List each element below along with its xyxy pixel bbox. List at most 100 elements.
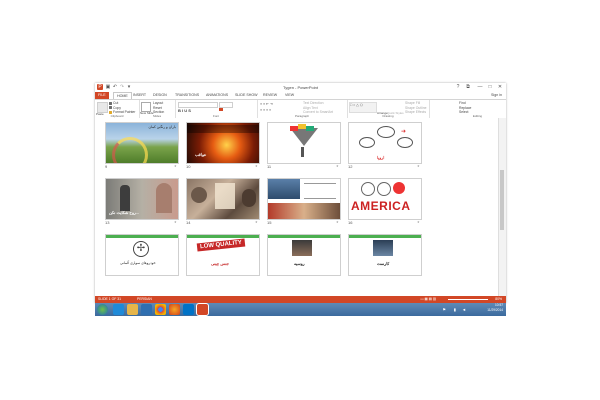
zoom-slider[interactable] bbox=[448, 299, 488, 300]
cut-button[interactable]: Cut bbox=[109, 101, 118, 105]
header-bar bbox=[187, 235, 259, 238]
ie-icon[interactable] bbox=[113, 304, 124, 315]
copy-button[interactable]: Copy bbox=[109, 106, 121, 110]
flag-icon bbox=[290, 126, 298, 131]
clock[interactable]: 10:57 11/29/2014 bbox=[487, 303, 503, 312]
start-button[interactable] bbox=[97, 304, 108, 315]
zoom-level[interactable]: 80% bbox=[495, 296, 502, 303]
slide-sorter[interactable]: باران و رنگین کمان 9 ★ عواقب 10 ★ 11 ★ ➜… bbox=[95, 118, 499, 296]
slides-group: New Slide Layout Reset Section Slides bbox=[139, 100, 176, 118]
slide-caption: اروپا bbox=[377, 155, 385, 160]
slide-thumbnail[interactable]: باران و رنگین کمان bbox=[105, 122, 179, 164]
powerpoint-icon[interactable] bbox=[197, 304, 208, 315]
minimize-icon[interactable]: — bbox=[476, 84, 484, 91]
copy-label: Copy bbox=[113, 105, 121, 110]
explorer-icon[interactable] bbox=[127, 304, 138, 315]
help-icon[interactable]: ? bbox=[454, 84, 462, 91]
slide-number: 15 bbox=[267, 220, 272, 225]
media-player-icon[interactable] bbox=[141, 304, 152, 315]
font-color-icon[interactable] bbox=[219, 108, 223, 111]
person-image bbox=[292, 240, 312, 256]
crowd-image bbox=[242, 189, 256, 207]
flag-tray-icon[interactable]: ⚑ bbox=[442, 307, 446, 312]
replace-button[interactable]: Replace bbox=[459, 106, 471, 110]
slide-caption: جنس چینی bbox=[211, 261, 230, 266]
list-icons[interactable]: ≡ ≡ ⇤ ⇥ bbox=[260, 102, 273, 106]
person-image bbox=[156, 183, 172, 213]
clock-date: 11/29/2014 bbox=[487, 307, 503, 312]
text-direction-button[interactable]: Text Direction bbox=[303, 101, 324, 105]
slide-thumbnail[interactable] bbox=[267, 122, 341, 164]
tab-review[interactable]: REVIEW bbox=[263, 92, 277, 99]
shapes-gallery[interactable]: □ ○ △ ⬠ bbox=[349, 102, 377, 113]
slide-caption: AMERICA bbox=[351, 199, 411, 213]
editing-group: Find Replace Select Editing bbox=[429, 100, 506, 118]
tab-file[interactable]: FILE bbox=[95, 92, 109, 99]
shape-fill-button[interactable]: Shape Fill bbox=[405, 101, 420, 105]
slide-thumbnail[interactable]: LOW QUALITY جنس چینی bbox=[186, 234, 260, 276]
scrollbar-thumb[interactable] bbox=[500, 170, 504, 230]
tab-slide-show[interactable]: SLIDE SHOW bbox=[235, 92, 258, 99]
slide-number: 14 bbox=[186, 220, 191, 225]
shape-outline-button[interactable]: Shape Outline bbox=[405, 106, 427, 110]
slide-thumbnail[interactable] bbox=[186, 178, 260, 220]
slide-thumbnail[interactable]: ✢ خودروهای سواری آلمانی bbox=[105, 234, 179, 276]
slide-caption: عواقب bbox=[195, 152, 207, 157]
cut-label: Cut bbox=[113, 101, 119, 105]
slide-thumbnail[interactable] bbox=[267, 178, 341, 220]
title-bar: P ▣ ↶ ↷ ▾ Tygen - PowerPoint ? ⧉ — □ ✕ bbox=[95, 83, 506, 92]
slide-thumbnail[interactable]: روسیه bbox=[267, 234, 341, 276]
font-format-icons[interactable]: B I U S bbox=[178, 108, 191, 113]
taskbar: ⚑ ▮ ◄ 10:57 11/29/2014 bbox=[95, 303, 506, 316]
find-button[interactable]: Find bbox=[459, 101, 466, 105]
slide-thumbnail[interactable]: عواقب bbox=[186, 122, 260, 164]
close-icon[interactable]: ✕ bbox=[496, 84, 504, 91]
font-group: B I U S Font bbox=[175, 100, 258, 118]
layout-button[interactable]: Layout bbox=[153, 101, 163, 105]
tab-home[interactable]: HOME bbox=[113, 92, 132, 99]
align-icons[interactable]: ≡ ≡ ≡ ≡ bbox=[260, 108, 271, 112]
slide-text-box bbox=[187, 125, 259, 133]
transition-star-icon: ★ bbox=[417, 220, 420, 224]
transition-star-icon: ★ bbox=[417, 164, 420, 168]
slide-thumbnail[interactable]: ➜ اروپا bbox=[348, 122, 422, 164]
diagram-node bbox=[359, 137, 375, 148]
vertical-scrollbar[interactable] bbox=[498, 118, 506, 296]
reset-button[interactable]: Reset bbox=[153, 106, 162, 110]
arrow-icon: ➜ bbox=[401, 129, 407, 135]
slide-thumbnail[interactable]: کارست bbox=[348, 234, 422, 276]
tab-view[interactable]: VIEW bbox=[285, 92, 294, 99]
view-buttons[interactable]: ▭ ▦ ▤ ▥ bbox=[420, 296, 436, 303]
mercedes-logo: ✢ bbox=[133, 241, 149, 257]
slide-caption: باران و رنگین کمان bbox=[148, 125, 176, 129]
maximize-icon[interactable]: □ bbox=[486, 84, 494, 91]
flag-icon bbox=[306, 126, 314, 131]
crowd-image bbox=[191, 187, 207, 203]
slide-number: 9 bbox=[105, 164, 108, 169]
slide-thumbnail[interactable]: روح شکایت نکن... bbox=[105, 178, 179, 220]
chrome-icon[interactable] bbox=[155, 304, 166, 315]
align-text-button[interactable]: Align Text bbox=[303, 106, 318, 110]
slide-number: 13 bbox=[105, 220, 110, 225]
drawing-group: □ ○ △ ⬠ Arrange Quick Styles Shape Fill … bbox=[347, 100, 430, 118]
slide-caption: کارست bbox=[377, 261, 390, 266]
language-indicator[interactable]: PERSIAN bbox=[137, 296, 152, 303]
slide-number: 11 bbox=[267, 164, 272, 169]
volume-icon[interactable]: ◄ bbox=[462, 307, 466, 312]
firefox-icon[interactable] bbox=[169, 304, 180, 315]
sign-in-link[interactable]: Sign in bbox=[491, 92, 502, 99]
slide-number: 10 bbox=[186, 164, 191, 169]
tab-design[interactable]: DESIGN bbox=[153, 92, 167, 99]
slide-thumbnail[interactable]: AMERICA bbox=[348, 178, 422, 220]
tab-insert[interactable]: INSERT bbox=[133, 92, 146, 99]
window-title: Tygen - PowerPoint bbox=[283, 85, 318, 90]
network-icon[interactable]: ▮ bbox=[454, 307, 456, 312]
rainbow-image bbox=[112, 137, 148, 163]
transition-star-icon: ★ bbox=[255, 220, 258, 224]
transition-star-icon: ★ bbox=[255, 164, 258, 168]
laptop-image bbox=[373, 240, 393, 256]
ribbon-display-icon[interactable]: ⧉ bbox=[464, 84, 472, 91]
outlook-icon[interactable] bbox=[183, 304, 194, 315]
tab-transitions[interactable]: TRANSITIONS bbox=[175, 92, 199, 99]
tab-animations[interactable]: ANIMATIONS bbox=[206, 92, 228, 99]
